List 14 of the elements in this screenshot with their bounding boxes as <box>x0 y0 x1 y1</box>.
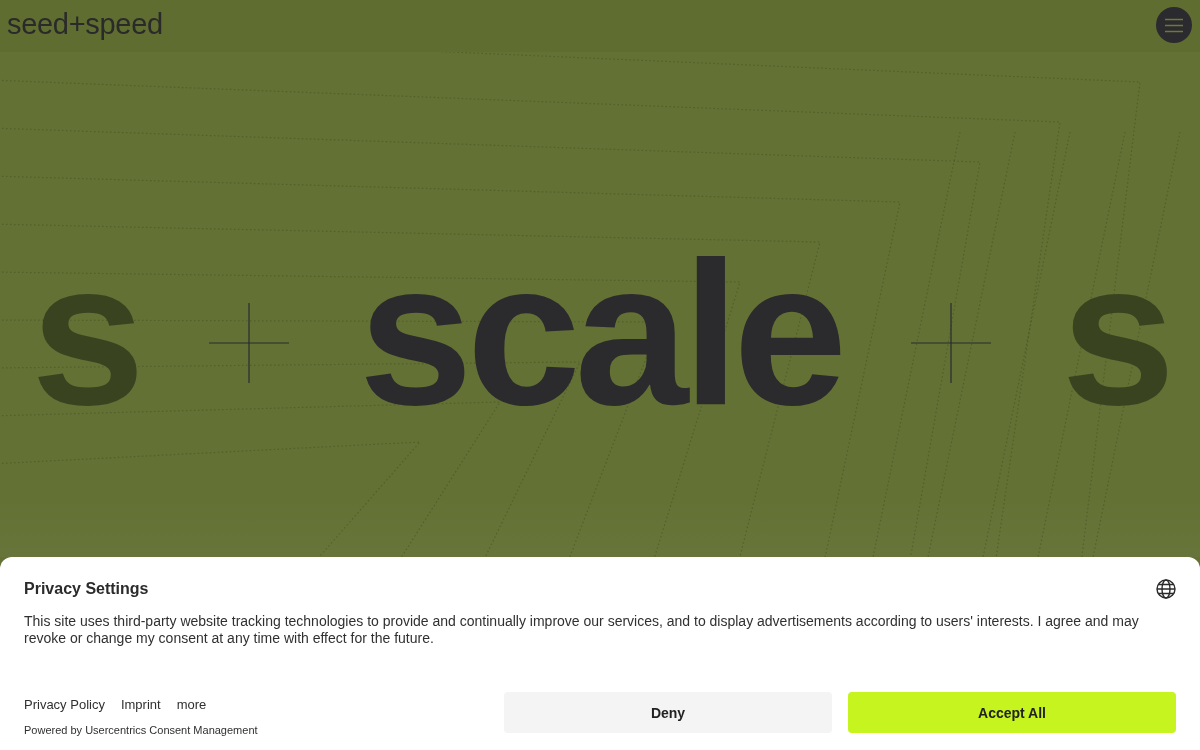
menu-button[interactable] <box>1156 7 1192 43</box>
banner-link[interactable]: Privacy Policy <box>24 697 105 712</box>
banner-link[interactable]: Imprint <box>120 697 161 712</box>
banner-link[interactable]: more <box>176 697 207 712</box>
banner-title: Privacy Settings <box>24 580 149 598</box>
globe-icon[interactable] <box>1156 579 1176 599</box>
menu-icon <box>1165 17 1183 33</box>
deny-button[interactable]: Deny <box>504 692 832 733</box>
plus-icon <box>911 302 992 383</box>
accept-button[interactable]: Accept All <box>848 692 1176 733</box>
plus-icon <box>208 302 289 383</box>
powered-by-text: Powered by Usercentrics Consent Management <box>24 724 258 736</box>
consent-text: This site uses third-party website tracking technologies to provide and continually improve our services, and to display advertisements according to users' interests. I agree and may revoke or change my consent at any time with effect for the future. <box>24 613 1140 647</box>
hero-word: scale <box>358 230 842 435</box>
